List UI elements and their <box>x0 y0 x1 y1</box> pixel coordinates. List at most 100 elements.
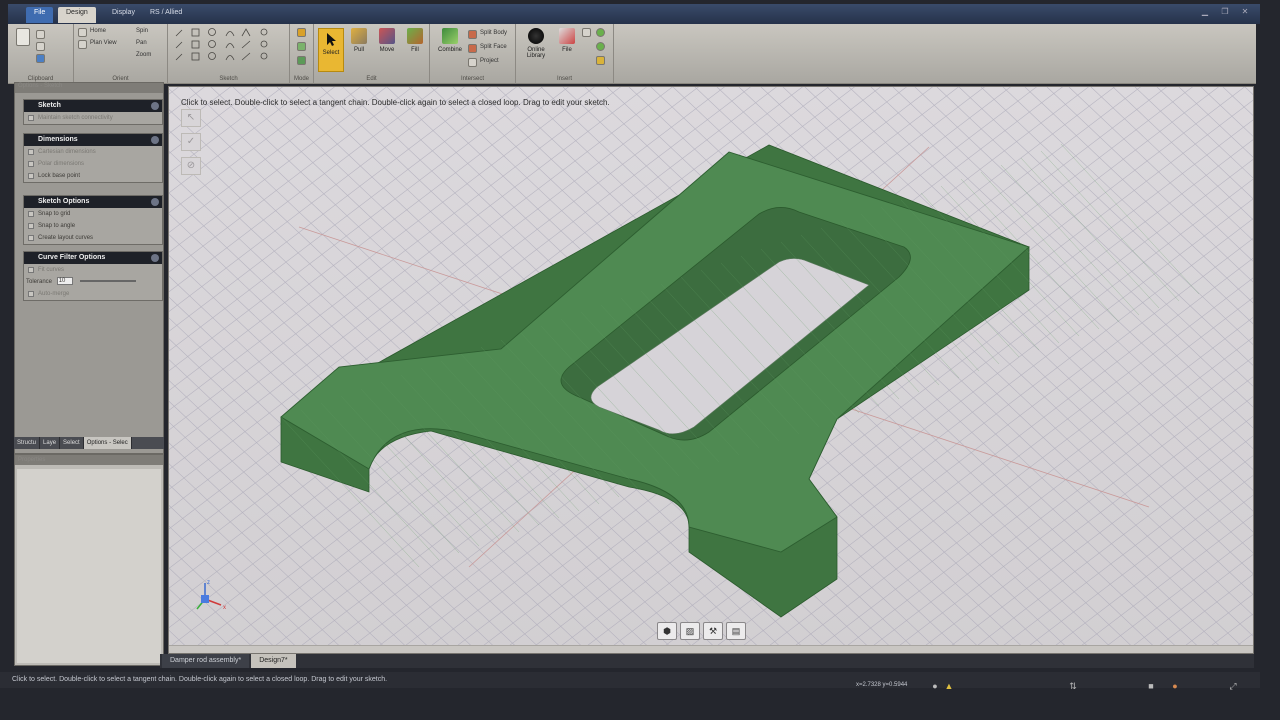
insert-group-label: Insert <box>556 76 572 82</box>
curve-filter-section-title[interactable]: Curve Filter Options <box>24 252 162 264</box>
sketch-options-section-title[interactable]: Sketch Options <box>24 196 162 208</box>
copy-icon[interactable] <box>36 42 45 51</box>
info-icon[interactable]: ● <box>930 681 940 691</box>
collapse-icon[interactable] <box>151 198 159 206</box>
tab-layers[interactable]: Laye <box>40 437 61 449</box>
globe-icon <box>528 28 544 44</box>
radio-icon[interactable] <box>28 161 34 167</box>
polar-dimensions-option[interactable]: Polar dimensions <box>24 158 162 170</box>
options-pane: Options - Sketch Sketch Maintain sketch … <box>14 82 164 454</box>
close-button[interactable]: ✕ <box>1238 7 1252 17</box>
fit-curves-option[interactable]: Fit curves <box>24 264 162 276</box>
section-view-icon[interactable]: ▨ <box>680 622 700 640</box>
clipboard-group: Clipboard <box>8 24 74 84</box>
sketch-tools-grid[interactable] <box>168 24 290 70</box>
fill-tool-label: Fill <box>411 47 419 53</box>
split-face-button[interactable]: Split Face <box>480 44 507 50</box>
horizontal-scrollbar[interactable] <box>169 645 1253 653</box>
dimensions-section-title[interactable]: Dimensions <box>24 134 162 146</box>
3d-mode-icon[interactable] <box>297 56 306 65</box>
file-menu-tab[interactable]: File <box>26 7 54 23</box>
project-button[interactable]: Project <box>480 58 499 64</box>
cut-icon[interactable] <box>36 30 45 39</box>
fullscreen-icon[interactable]: ⤢ <box>1228 681 1238 691</box>
fill-tool-button[interactable]: Fill <box>402 28 428 53</box>
dimensions-section: Dimensions Cartesian dimensions Polar di… <box>23 133 163 183</box>
split-body-button[interactable]: Split Body <box>480 30 507 36</box>
section-mode-icon[interactable] <box>297 42 306 51</box>
display-icon[interactable]: ■ <box>1146 681 1156 691</box>
home-icon[interactable] <box>78 28 87 37</box>
tab-options[interactable]: Options - Selec <box>83 437 132 449</box>
cartesian-dimensions-option[interactable]: Cartesian dimensions <box>24 146 162 158</box>
spin-button[interactable]: Spin <box>136 28 148 34</box>
auto-merge-option[interactable]: Auto-merge <box>24 288 162 300</box>
display-tab[interactable]: Display <box>104 7 143 23</box>
maximize-button[interactable]: ❐ <box>1218 7 1232 17</box>
view-cube-icon[interactable]: ⬢ <box>657 622 677 640</box>
design-tab[interactable]: Design <box>58 7 96 23</box>
home-button[interactable]: Home <box>90 28 106 34</box>
snap-to-angle-option[interactable]: Snap to angle <box>24 220 162 232</box>
combine-button[interactable]: Combine <box>434 28 466 53</box>
tab-selection[interactable]: Select <box>60 437 84 449</box>
create-layout-curves-option[interactable]: Create layout curves <box>24 232 162 244</box>
window-controls: ▁ ❐ ✕ <box>1198 7 1252 17</box>
layers-icon[interactable]: ▤ <box>726 622 746 640</box>
plan-view-button[interactable]: Plan View <box>90 40 117 46</box>
selection-filter-icon[interactable]: ⇅ <box>1068 681 1078 691</box>
paste-icon[interactable] <box>16 28 30 46</box>
minimize-button[interactable]: ▁ <box>1198 7 1212 17</box>
render-icon[interactable]: ● <box>1170 681 1180 691</box>
insert-file-button[interactable]: File <box>554 28 580 53</box>
collapse-icon[interactable] <box>151 254 159 262</box>
snap-to-grid-option[interactable]: Snap to grid <box>24 208 162 220</box>
tolerance-slider[interactable] <box>80 280 137 283</box>
image-icon[interactable] <box>582 28 591 37</box>
sketch-section-title[interactable]: Sketch <box>24 100 162 112</box>
checkbox-icon[interactable] <box>28 223 34 229</box>
axis-icon[interactable] <box>596 42 605 51</box>
plane-icon[interactable] <box>596 28 605 37</box>
maintain-connectivity-option[interactable]: Maintain sketch connectivity <box>24 112 162 124</box>
tolerance-input[interactable]: 10 <box>56 277 73 286</box>
zoom-button[interactable]: Zoom <box>136 52 151 58</box>
checkbox-icon[interactable] <box>28 211 34 217</box>
axis-triad-icon[interactable]: z x <box>191 579 231 615</box>
checkbox-icon[interactable] <box>28 267 34 273</box>
move-tool-button[interactable]: Move <box>374 28 400 53</box>
3d-scene[interactable] <box>169 87 1254 654</box>
sketch-mode-icon[interactable] <box>297 28 306 37</box>
check-tool-icon[interactable]: ✓ <box>181 133 201 151</box>
pull-tool-button[interactable]: Pull <box>346 28 372 53</box>
cancel-tool-icon[interactable]: ⊘ <box>181 157 201 175</box>
collapse-icon[interactable] <box>151 102 159 110</box>
measure-icon[interactable]: ⚒ <box>703 622 723 640</box>
radio-icon[interactable] <box>28 149 34 155</box>
collapse-icon[interactable] <box>151 136 159 144</box>
select-tool-icon[interactable]: ↖ <box>181 109 201 127</box>
option-label: Maintain sketch connectivity <box>38 115 113 121</box>
tab-design7[interactable]: Design7* <box>251 654 296 668</box>
mode-group-label: Mode <box>293 76 309 82</box>
design-viewport[interactable]: Click to select. Double-click to select … <box>168 86 1254 654</box>
origin-icon[interactable] <box>596 56 605 65</box>
select-tool-button[interactable]: Select <box>318 28 344 72</box>
option-label: Create layout curves <box>38 235 94 241</box>
lock-base-point-option[interactable]: Lock base point <box>24 170 162 182</box>
save-icon[interactable] <box>36 54 45 63</box>
sketch-options-section: Sketch Options Snap to grid Snap to angl… <box>23 195 163 245</box>
checkbox-icon[interactable] <box>28 291 34 297</box>
tab-structure[interactable]: Structu <box>14 437 41 449</box>
plan-view-icon[interactable] <box>78 40 87 49</box>
rs-allied-tab[interactable]: RS / Allied <box>142 7 190 23</box>
tolerance-label: Tolerance <box>26 279 53 285</box>
pan-button[interactable]: Pan <box>136 40 147 46</box>
checkbox-icon[interactable] <box>28 173 34 179</box>
checkbox-icon[interactable] <box>28 115 34 121</box>
checkbox-icon[interactable] <box>28 235 34 241</box>
select-arrow-icon <box>323 31 339 47</box>
warning-icon[interactable]: ▲ <box>944 681 954 691</box>
tab-damper-rod-assembly[interactable]: Damper rod assembly* <box>162 654 250 668</box>
online-library-button[interactable]: Online Library <box>520 28 552 59</box>
